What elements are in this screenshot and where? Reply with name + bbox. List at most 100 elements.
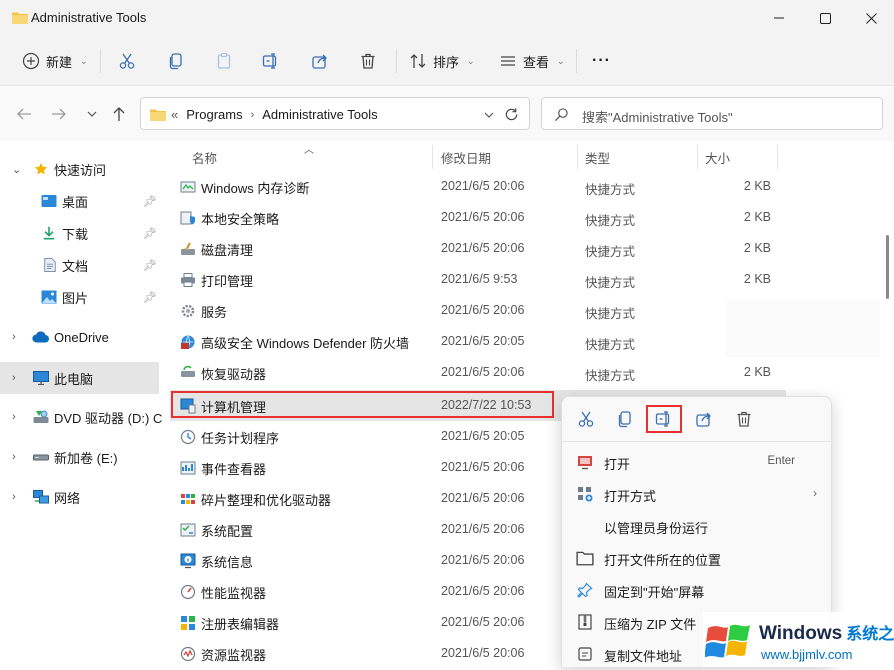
up-arrow-icon[interactable] — [111, 106, 127, 122]
table-row[interactable]: 高级安全 Windows Defender 防火墙 2021/6/5 20:05… — [170, 326, 786, 357]
chevron-down-icon[interactable] — [483, 109, 495, 121]
menu-item-run-as-admin[interactable]: 以管理员身份运行 — [562, 510, 833, 542]
file-name: 系统配置 — [201, 524, 254, 539]
table-row[interactable]: 恢复驱动器 2021/6/5 20:06 快捷方式 2 KB — [170, 357, 786, 388]
recovery-drive-icon — [181, 365, 195, 377]
column-divider[interactable] — [777, 145, 778, 169]
breadcrumb-programs[interactable]: Programs — [186, 107, 242, 122]
file-type: 快捷方式 — [585, 369, 636, 383]
breadcrumb-overflow[interactable]: « — [171, 107, 178, 122]
column-divider[interactable] — [697, 145, 698, 169]
context-copy-button[interactable] — [607, 405, 643, 433]
file-type: 快捷方式 — [585, 214, 636, 228]
column-header-type[interactable]: 类型 — [585, 148, 610, 167]
trash-icon — [737, 411, 751, 427]
minimize-button[interactable] — [756, 0, 802, 36]
computer-management-icon — [578, 456, 592, 470]
close-icon — [865, 12, 877, 24]
table-row[interactable]: 服务 2021/6/5 20:06 快捷方式 — [170, 295, 786, 326]
chevron-right-icon[interactable]: › — [12, 491, 16, 503]
scrollbar-thumb[interactable] — [886, 235, 889, 299]
pin-icon[interactable]: 📌︎ — [143, 291, 157, 304]
new-label: 新建 — [46, 54, 73, 70]
maximize-button[interactable] — [802, 0, 848, 36]
menu-item-open[interactable]: 打开 Enter — [562, 446, 833, 478]
sidebar-item-onedrive[interactable]: › OneDrive — [0, 321, 162, 353]
column-header-name[interactable]: 名称 — [192, 148, 217, 167]
search-input[interactable]: 搜索"Administrative Tools" — [541, 97, 883, 130]
star-icon — [34, 162, 48, 175]
file-date: 2021/6/5 20:06 — [441, 241, 525, 255]
sidebar-item-quick-access[interactable]: ⌄ 快速访问 — [0, 153, 162, 185]
pin-icon[interactable]: 📌︎ — [143, 227, 157, 240]
file-size: 2 KB — [743, 272, 771, 286]
share-button[interactable] — [311, 36, 329, 86]
table-row[interactable]: 磁盘清理 2021/6/5 20:06 快捷方式 2 KB — [170, 233, 786, 264]
table-row[interactable]: Windows 内存诊断 2021/6/5 20:06 快捷方式 2 KB — [170, 171, 786, 202]
cut-button[interactable] — [118, 36, 136, 86]
chevron-down-icon[interactable]: ⌄ — [12, 163, 21, 176]
context-rename-button[interactable] — [646, 405, 682, 433]
sidebar-item-downloads[interactable]: 下载 📌︎ — [0, 217, 162, 249]
column-header-size[interactable]: 大小 — [705, 148, 730, 167]
column-divider[interactable] — [577, 145, 578, 169]
paste-button[interactable] — [215, 36, 233, 86]
plus-circle-icon — [22, 52, 40, 70]
view-button[interactable]: 查看 ⌄ — [499, 36, 565, 86]
file-date: 2021/6/5 20:06 — [441, 584, 525, 598]
context-cut-button[interactable] — [568, 405, 604, 433]
context-delete-button[interactable] — [726, 405, 762, 433]
table-row[interactable]: 打印管理 2021/6/5 9:53 快捷方式 2 KB — [170, 264, 786, 295]
sidebar-item-label: 文档 — [62, 258, 89, 274]
file-date: 2021/6/5 20:06 — [441, 646, 525, 660]
delete-button[interactable] — [359, 36, 377, 86]
new-button[interactable]: 新建 ⌄ — [22, 36, 88, 86]
forward-arrow-icon[interactable] — [51, 106, 67, 122]
address-bar[interactable]: « Programs › Administrative Tools — [140, 97, 530, 130]
system-info-icon — [180, 553, 196, 569]
copy-button[interactable] — [167, 36, 185, 86]
menu-item-pin-to-start[interactable]: 固定到"开始"屏幕 — [562, 574, 833, 606]
sidebar-item-documents[interactable]: 文档 📌︎ — [0, 249, 162, 281]
scrollbar[interactable] — [880, 141, 894, 667]
chevron-right-icon[interactable]: › — [12, 331, 16, 343]
sidebar-item-pictures[interactable]: 图片 📌︎ — [0, 281, 162, 313]
column-divider[interactable] — [432, 145, 433, 169]
sidebar-item-desktop[interactable]: 桌面 📌︎ — [0, 185, 162, 217]
menu-item-open-with[interactable]: 打开方式 › — [562, 478, 833, 510]
history-chevron-icon[interactable] — [86, 106, 98, 122]
pin-icon[interactable]: 📌︎ — [143, 195, 157, 208]
rename-button[interactable] — [262, 36, 280, 86]
sort-button[interactable]: 排序 ⌄ — [409, 36, 475, 86]
menu-item-label: 固定到"开始"屏幕 — [604, 585, 705, 600]
sidebar-item-new-volume[interactable]: › 新加卷 (E:) — [0, 441, 162, 473]
file-name: 性能监视器 — [201, 586, 267, 601]
chevron-right-icon[interactable]: › — [12, 411, 16, 423]
menu-item-open-file-location[interactable]: 打开文件所在的位置 — [562, 542, 833, 574]
chevron-right-icon[interactable]: › — [12, 451, 16, 463]
close-button[interactable] — [848, 0, 894, 36]
context-share-button[interactable] — [686, 405, 722, 433]
chevron-right-icon[interactable]: › — [12, 372, 16, 384]
file-date: 2021/6/5 20:06 — [441, 553, 525, 567]
scissors-icon — [578, 411, 594, 427]
security-policy-icon — [180, 211, 195, 225]
watermark-brand: Windows系统之家 — [759, 620, 894, 645]
disk-cleanup-icon — [181, 242, 195, 255]
back-arrow-icon[interactable] — [16, 106, 32, 122]
sidebar-item-dvd-drive[interactable]: › DVD 驱动器 (D:) CC — [0, 401, 172, 433]
sidebar-item-label: OneDrive — [54, 329, 109, 345]
pin-icon[interactable]: 📌︎ — [143, 259, 157, 272]
rename-icon — [655, 411, 670, 427]
dvd-drive-icon — [33, 410, 49, 423]
breadcrumb-administrative-tools[interactable]: Administrative Tools — [262, 107, 377, 122]
refresh-icon[interactable] — [504, 107, 519, 122]
table-row[interactable]: 本地安全策略 2021/6/5 20:06 快捷方式 2 KB — [170, 202, 786, 233]
more-options-button[interactable]: ··· — [592, 36, 611, 86]
file-name: 高级安全 Windows Defender 防火墙 — [201, 336, 410, 351]
sidebar-item-label: 网络 — [54, 490, 81, 506]
column-header-date[interactable]: 修改日期 — [441, 148, 491, 167]
sidebar-item-network[interactable]: › 网络 — [0, 481, 162, 513]
sidebar-item-this-pc[interactable]: › 此电脑 — [0, 362, 159, 394]
menu-item-label: 压缩为 ZIP 文件 — [604, 617, 697, 632]
